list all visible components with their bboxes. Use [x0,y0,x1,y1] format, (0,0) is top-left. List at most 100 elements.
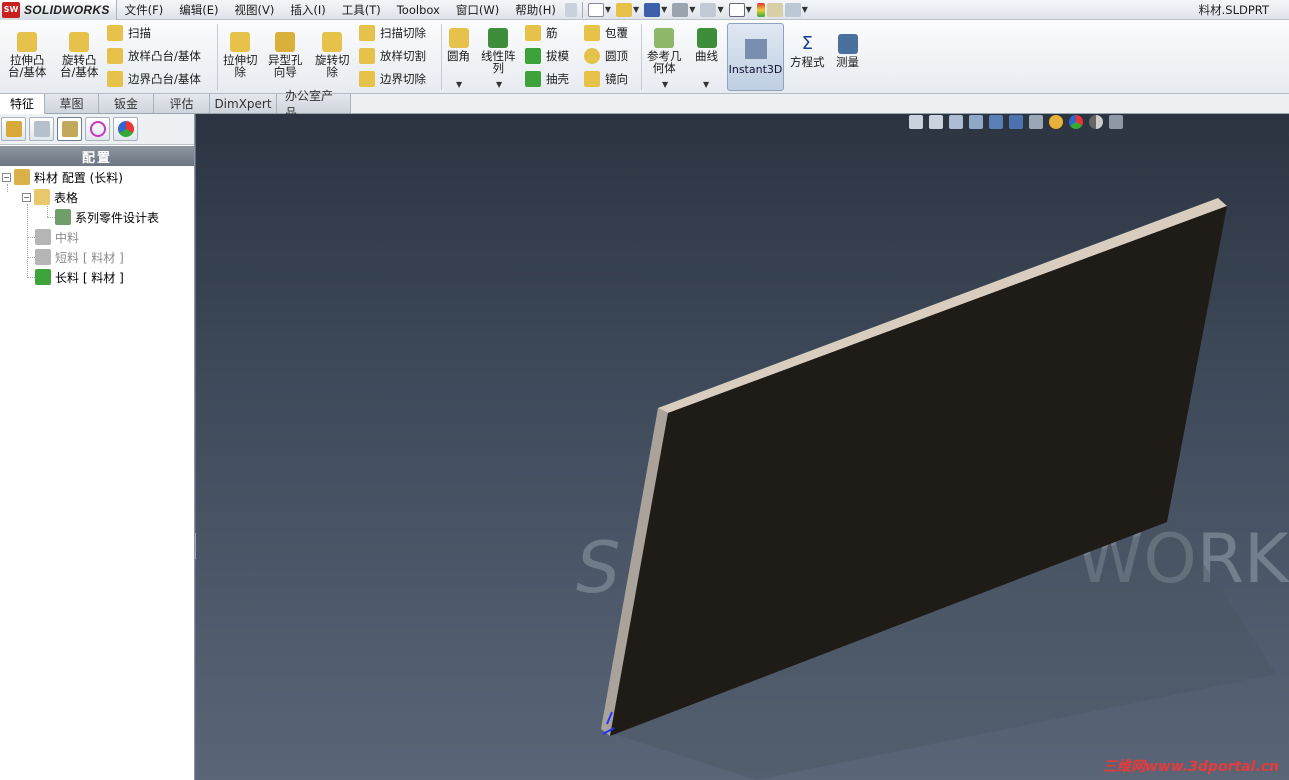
tab-sheet-metal[interactable]: 钣金 [99,94,154,113]
design-table-label: 系列零件设计表 [75,210,160,225]
save-dropdown-icon[interactable]: ▼ [661,5,667,14]
measure-label: 测量 [836,55,859,69]
linear-pattern-button[interactable]: 线性阵 列 [481,28,516,74]
tables-folder-icon [34,189,50,205]
rib-button[interactable]: 筋 [525,25,558,41]
boundary-boss-icon [107,71,123,87]
configuration-manager-tab[interactable] [57,117,82,141]
loft-cut-label: 放样切割 [380,49,426,63]
equations-label: 方程式 [790,55,825,69]
mirror-button[interactable]: 镜向 [584,71,628,87]
menu-tools[interactable]: 工具(T) [334,2,389,18]
options-dropdown-icon[interactable]: ▼ [802,5,808,14]
instant3d-label: Instant3D [728,62,783,76]
menu-view[interactable]: 视图(V) [227,2,283,18]
new-dropdown-icon[interactable]: ▼ [605,5,611,14]
tree-design-table-item[interactable]: 系列零件设计表 [55,208,159,226]
extrude-boss-button[interactable]: 拉伸凸 台/基体 [8,32,46,78]
tab-office-products[interactable]: 办公室产品 [277,89,351,120]
sweep-button[interactable]: 扫描 [107,25,151,41]
tree-config-medium[interactable]: 中料 [35,228,79,246]
measure-button[interactable]: 测量 [836,34,859,68]
open-folder-icon[interactable] [615,2,632,17]
undo-icon[interactable] [700,2,717,17]
reference-geometry-button[interactable]: 参考几 何体 [647,28,682,74]
boundary-boss-button[interactable]: 边界凸台/基体 [107,71,201,87]
curves-label: 曲线 [695,49,718,63]
new-document-icon[interactable] [587,2,604,17]
tree-root-item[interactable]: − 料材 配置 (长料) [2,168,123,186]
tab-features[interactable]: 特征 [0,94,45,114]
equations-button[interactable]: Σ 方程式 [790,34,825,69]
select-cursor-icon[interactable] [728,2,745,17]
rebuild-icon[interactable] [756,2,765,17]
undo-dropdown-icon[interactable]: ▼ [717,5,723,14]
tree-tables-item[interactable]: − 表格 [22,188,78,206]
revolve-boss-button[interactable]: 旋转凸 台/基体 [60,32,98,78]
property-manager-tab[interactable] [29,117,54,141]
pattern-dropdown-icon[interactable]: ▼ [496,80,502,89]
fillet-dropdown-icon[interactable]: ▼ [456,80,462,89]
boundary-cut-button[interactable]: 边界切除 [359,71,426,87]
pin-icon[interactable] [564,2,577,17]
shell-icon [525,71,541,87]
dome-button[interactable]: 圆顶 [584,48,628,64]
tab-sketch[interactable]: 草图 [45,94,99,113]
mirror-label: 镜向 [605,72,628,86]
menu-insert[interactable]: 插入(I) [282,2,333,18]
wrap-button[interactable]: 包覆 [584,25,628,41]
menu-toolbox[interactable]: Toolbox [389,3,448,17]
curves-button[interactable]: 曲线 [695,28,718,62]
manager-tabs [0,114,194,145]
open-dropdown-icon[interactable]: ▼ [633,5,639,14]
extrude-cut-button[interactable]: 拉伸切 除 [223,32,258,78]
toolbar-separator [581,1,583,18]
instant3d-button[interactable]: Instant3D [727,23,784,91]
solidworks-window: SW SOLIDWORKS 文件(F) 编辑(E) 视图(V) 插入(I) 工具… [0,0,1289,780]
dimxpert-icon [89,121,106,137]
menu-window[interactable]: 窗口(W) [448,2,507,18]
sweep-cut-button[interactable]: 扫描切除 [359,25,426,41]
curves-dropdown-icon[interactable]: ▼ [703,80,709,89]
collapse-toggle[interactable]: − [22,192,31,202]
dimxpert-manager-tab[interactable] [85,117,110,141]
feature-manager-tab[interactable] [1,117,26,141]
loft-boss-button[interactable]: 放样凸台/基体 [107,48,201,64]
select-dropdown-icon[interactable]: ▼ [746,5,752,14]
part-config-icon [14,169,30,185]
sweep-cut-label: 扫描切除 [380,26,426,40]
fillet-button[interactable]: 圆角 [447,28,470,62]
revolve-cut-button[interactable]: 旋转切 除 [315,32,350,78]
graphics-viewport[interactable]: S WORK [196,114,1289,780]
tab-evaluate[interactable]: 评估 [154,94,210,113]
save-icon[interactable] [644,2,661,17]
revolve-cut-icon [322,32,343,52]
draft-icon [525,48,541,64]
menu-edit[interactable]: 编辑(E) [171,2,226,18]
draft-button[interactable]: 拔模 [525,48,569,64]
wrap-icon [584,25,600,41]
hole-wizard-icon [275,32,296,52]
display-manager-tab[interactable] [113,117,138,141]
file-properties-icon[interactable] [766,2,783,17]
boundary-cut-label: 边界切除 [380,72,426,86]
tree-line [27,257,35,258]
measure-icon [837,34,858,54]
fillet-label: 圆角 [447,49,470,63]
print-dropdown-icon[interactable]: ▼ [689,5,695,14]
collapse-toggle[interactable]: − [2,172,11,182]
print-icon[interactable] [672,2,689,17]
tab-dimxpert[interactable]: DimXpert [210,94,277,113]
reference-dropdown-icon[interactable]: ▼ [662,80,668,89]
design-table-icon [55,209,71,225]
solidworks-logo[interactable]: SW SOLIDWORKS [0,0,117,20]
shell-button[interactable]: 抽壳 [525,71,569,87]
options-icon[interactable] [784,2,801,17]
hole-wizard-button[interactable]: 异型孔 向导 [268,32,303,78]
tree-config-short[interactable]: 短料 [ 料材 ] [35,248,124,266]
site-watermark: 三维网www.3dportal.cn [1102,759,1279,775]
loft-cut-button[interactable]: 放样切割 [359,48,426,64]
menu-help[interactable]: 帮助(H) [507,2,564,18]
tree-config-long[interactable]: 长料 [ 料材 ] [35,268,124,286]
menu-file[interactable]: 文件(F) [117,2,172,18]
